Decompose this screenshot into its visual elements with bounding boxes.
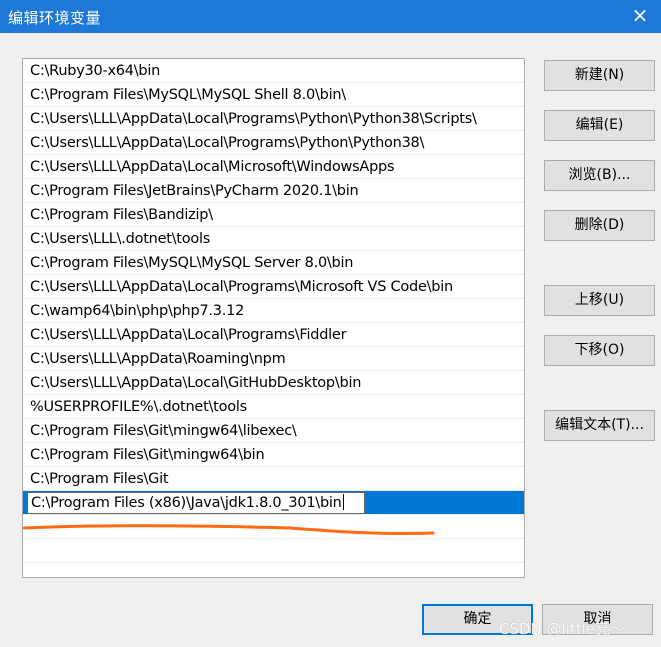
list-item[interactable]: C:\Program Files\MySQL\MySQL Shell 8.0\b… xyxy=(23,83,524,107)
list-item[interactable]: C:\Users\LLL\.dotnet\tools xyxy=(23,227,524,251)
list-item-empty[interactable] xyxy=(23,539,524,563)
list-item[interactable]: C:\Users\LLL\AppData\Local\Programs\Micr… xyxy=(23,275,524,299)
window-title: 编辑环境变量 xyxy=(8,9,102,27)
list-item[interactable]: C:\Users\LLL\AppData\Roaming\npm xyxy=(23,347,524,371)
list-item[interactable]: C:\Ruby30-x64\bin xyxy=(23,59,524,83)
text-caret xyxy=(342,494,344,510)
list-item[interactable]: C:\Program Files\JetBrains\PyCharm 2020.… xyxy=(23,179,524,203)
edit-button[interactable]: 编辑(E) xyxy=(544,110,655,141)
list-item[interactable]: %USERPROFILE%\.dotnet\tools xyxy=(23,395,524,419)
list-item[interactable]: C:\Users\LLL\AppData\Local\Microsoft\Win… xyxy=(23,155,524,179)
list-item[interactable]: C:\Program Files\Git\mingw64\libexec\ xyxy=(23,419,524,443)
close-icon[interactable]: × xyxy=(627,2,653,28)
list-item[interactable]: C:\Users\LLL\AppData\Local\Programs\Fidd… xyxy=(23,323,524,347)
path-edit-value: C:\Program Files (x86)\Java\jdk1.8.0_301… xyxy=(31,495,342,511)
list-item-empty[interactable] xyxy=(23,515,524,539)
edit-text-button[interactable]: 编辑文本(T)... xyxy=(544,410,655,441)
list-item[interactable]: C:\Program Files\Git\mingw64\bin xyxy=(23,443,524,467)
list-item[interactable]: C:\Program Files\Git xyxy=(23,467,524,491)
new-button[interactable]: 新建(N) xyxy=(544,60,655,91)
list-item[interactable]: C:\Users\LLL\AppData\Local\Programs\Pyth… xyxy=(23,131,524,155)
cancel-button[interactable]: 取消 xyxy=(542,604,653,635)
path-edit-input[interactable]: C:\Program Files (x86)\Java\jdk1.8.0_301… xyxy=(27,492,365,514)
title-bar: 编辑环境变量 × xyxy=(0,0,661,33)
browse-button[interactable]: 浏览(B)... xyxy=(544,160,655,191)
list-item-selected[interactable]: C:\Program Files (x86)\Java\jdk1.8.0_301… xyxy=(23,491,524,515)
list-item[interactable]: C:\Program Files\MySQL\MySQL Server 8.0\… xyxy=(23,251,524,275)
list-item[interactable]: C:\Program Files\Bandizip\ xyxy=(23,203,524,227)
move-up-button[interactable]: 上移(U) xyxy=(544,285,655,316)
list-item[interactable]: C:\wamp64\bin\php\php7.3.12 xyxy=(23,299,524,323)
path-list[interactable]: C:\Ruby30-x64\bin C:\Program Files\MySQL… xyxy=(22,58,525,578)
delete-button[interactable]: 删除(D) xyxy=(544,210,655,241)
list-item[interactable]: C:\Users\LLL\AppData\Local\GitHubDesktop… xyxy=(23,371,524,395)
list-item[interactable]: C:\Users\LLL\AppData\Local\Programs\Pyth… xyxy=(23,107,524,131)
ok-button[interactable]: 确定 xyxy=(422,604,533,635)
move-down-button[interactable]: 下移(O) xyxy=(544,335,655,366)
